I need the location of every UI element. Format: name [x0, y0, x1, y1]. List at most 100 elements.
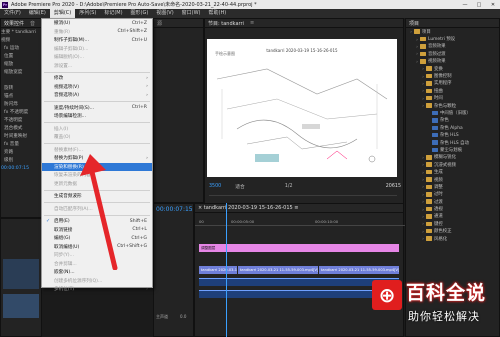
menu-file[interactable]: 文件(F)	[0, 9, 25, 18]
effect-tree-item[interactable]: › 过渡	[406, 198, 499, 205]
panel-menu-icon[interactable]: ≡	[247, 20, 257, 26]
effect-tree-item[interactable]: › 音频过渡	[406, 50, 499, 57]
effect-tree-item[interactable]: › Lumetri 预设	[406, 35, 499, 43]
master-volume[interactable]: 0.0	[180, 314, 186, 319]
effect-tree-item[interactable]: › 项目	[406, 28, 499, 35]
audio-clip[interactable]	[199, 290, 399, 298]
video-clip[interactable]: tandkarri 2020-03-21 11-55-59-003.mp4[V]	[319, 266, 399, 274]
effect-control-row[interactable]: 级别	[1, 156, 41, 164]
menu-item-label: 视频选项(V)	[54, 84, 80, 90]
effect-tree-item[interactable]: › 视频效果	[406, 58, 499, 65]
menu-item-label: 制作子剪辑(M)...	[54, 38, 89, 44]
effect-tree-item[interactable]: › 图像控制	[406, 72, 499, 80]
effect-control-row[interactable]: 锚点	[1, 92, 41, 100]
menu-edit[interactable]: 编辑(E)	[25, 9, 50, 18]
adjustment-layer-clip[interactable]: 调整图层	[199, 244, 399, 252]
effect-control-row[interactable]: fx 运动	[1, 44, 41, 52]
folder-icon	[426, 162, 432, 167]
effect-control-row[interactable]: 防闪烁	[1, 100, 41, 108]
folder-icon	[420, 44, 426, 49]
effect-control-row[interactable]: 缩放	[1, 60, 41, 68]
menu-view[interactable]: 视图(V)	[152, 9, 177, 18]
menu-sequence[interactable]: 序列(S)	[75, 9, 100, 18]
menu-help[interactable]: 帮助(H)	[205, 9, 231, 18]
effect-tree-item[interactable]: › 模糊与锐化	[406, 154, 499, 161]
resolution-dropdown[interactable]: 1/2	[285, 184, 293, 189]
ruler-tick: 00	[199, 219, 204, 224]
effect-tree-item[interactable]: › 变换	[406, 65, 499, 72]
folder-icon	[414, 29, 420, 34]
menu-item[interactable]: 撤消(U) Ctrl+Z	[42, 19, 152, 28]
menu-bar: 文件(F) 编辑(E) 剪辑(C) 序列(S) 标记(M) 图形(G) 视图(V…	[0, 9, 500, 18]
effect-tree-item[interactable]: › 风格化	[406, 235, 499, 242]
effect-tree-item[interactable]: 蒙尘与划痕	[406, 146, 499, 153]
effect-tree-item[interactable]: 杂色	[406, 117, 499, 124]
source-tabs: 源	[154, 19, 203, 28]
effect-tree-item[interactable]: › 沉浸式视频	[406, 161, 499, 168]
effect-tree-item[interactable]: › 透视	[406, 205, 499, 213]
effect-tree-item[interactable]: › 实用程序	[406, 80, 499, 87]
fit-dropdown[interactable]: 适合	[235, 183, 245, 190]
effect-tree-item[interactable]: › 键控	[406, 220, 499, 227]
effect-control-row[interactable]: 旋转	[1, 84, 41, 92]
effect-control-row[interactable]: 旁路	[1, 148, 41, 156]
tab-project[interactable]: 项目	[406, 20, 422, 27]
media-thumbnail[interactable]	[3, 294, 39, 318]
folder-icon	[426, 192, 432, 197]
program-scrubber[interactable]	[209, 195, 397, 199]
effect-control-row[interactable]: 混合模式	[1, 124, 41, 132]
menu-window[interactable]: 窗口(W)	[178, 9, 205, 18]
effect-control-row[interactable]	[1, 76, 41, 84]
effect-tree-item[interactable]: › 颜色校正	[406, 228, 499, 235]
tab-sequence[interactable]: × tandkarri 2020-03-19 15-16-26-015 ≡	[195, 205, 302, 211]
minimize-button[interactable]: —	[458, 2, 472, 8]
effect-tree-item[interactable]: › 调整	[406, 183, 499, 190]
effect-tree-item[interactable]: 杂色 HLS	[406, 131, 499, 138]
effect-control-row[interactable]: fx 不透明度	[1, 108, 41, 116]
audio-clip[interactable]	[199, 278, 399, 286]
menu-item-label: 音频选项(A)	[54, 93, 80, 99]
menu-marker[interactable]: 标记(M)	[100, 9, 126, 18]
menu-graphics[interactable]: 图形(G)	[127, 9, 153, 18]
tab-effect-controls[interactable]: 效果控件	[1, 20, 27, 27]
effect-tree-item[interactable]: › 杂色与颗粒	[406, 102, 499, 109]
close-button[interactable]: ✕	[486, 2, 500, 8]
menu-item[interactable]: 修改 ›	[42, 74, 152, 83]
timeline-timecode[interactable]: 00:00:07:15	[156, 206, 193, 213]
program-timecode[interactable]: 3500	[209, 184, 221, 189]
menu-item[interactable]: 视频选项(V) ›	[42, 83, 152, 92]
menu-separator	[44, 122, 150, 123]
effect-tree-item[interactable]: › 视频	[406, 176, 499, 183]
effect-tree-item[interactable]: › 生成	[406, 168, 499, 176]
menu-item[interactable]: 音频选项(A) ›	[42, 91, 152, 100]
effect-control-row[interactable]: 时间重映射	[1, 132, 41, 140]
tab-audio[interactable]: 音	[27, 20, 38, 27]
menu-item: 插入(I)	[42, 125, 152, 134]
menu-item-shortcut: Ctrl+R	[131, 105, 147, 111]
effect-control-row[interactable]: 位置	[1, 52, 41, 60]
video-clip[interactable]: tandkarri 2020-03-21 11-55-59-003.mp4[V]	[238, 266, 318, 274]
effect-tree-item[interactable]: › 扭曲	[406, 87, 499, 94]
menu-item-label: 编辑脱机(O)...	[54, 55, 84, 61]
effect-tree-item[interactable]: › 通道	[406, 213, 499, 220]
effect-tree-item[interactable]: 中间值（旧版）	[406, 109, 499, 116]
effect-tree-item[interactable]: › 音频效果	[406, 43, 499, 50]
folder-icon	[426, 88, 432, 94]
maximize-button[interactable]: □	[472, 2, 486, 8]
menu-clip[interactable]: 剪辑(C)	[49, 9, 76, 18]
tab-source[interactable]: 源	[154, 20, 165, 27]
video-clip[interactable]: tandkarri 2020-03-19 15-16-26-015.mp4[V]	[199, 266, 237, 274]
menu-item[interactable]: 场景编辑检测...	[42, 112, 152, 121]
effect-tree-item[interactable]: 杂色 HLS 自动	[406, 139, 499, 146]
effect-control-row[interactable]: fx 音量	[1, 140, 41, 148]
tab-program[interactable]: 节目: tandkarri	[205, 20, 247, 27]
effect-control-row[interactable]: 缩放宽度	[1, 68, 41, 76]
menu-item[interactable]: 制作子剪辑(M)... Ctrl+U	[42, 36, 152, 45]
playhead[interactable]	[226, 203, 227, 337]
media-thumbnail[interactable]	[3, 259, 39, 289]
effect-tree-item[interactable]: › 过时	[406, 191, 499, 198]
menu-item[interactable]: 速度/持续时间(S)... Ctrl+R	[42, 104, 152, 113]
effect-control-row[interactable]: 不透明度	[1, 116, 41, 124]
effect-tree-item[interactable]: 杂色 Alpha	[406, 124, 499, 131]
effect-tree-item[interactable]: › 时间	[406, 95, 499, 102]
